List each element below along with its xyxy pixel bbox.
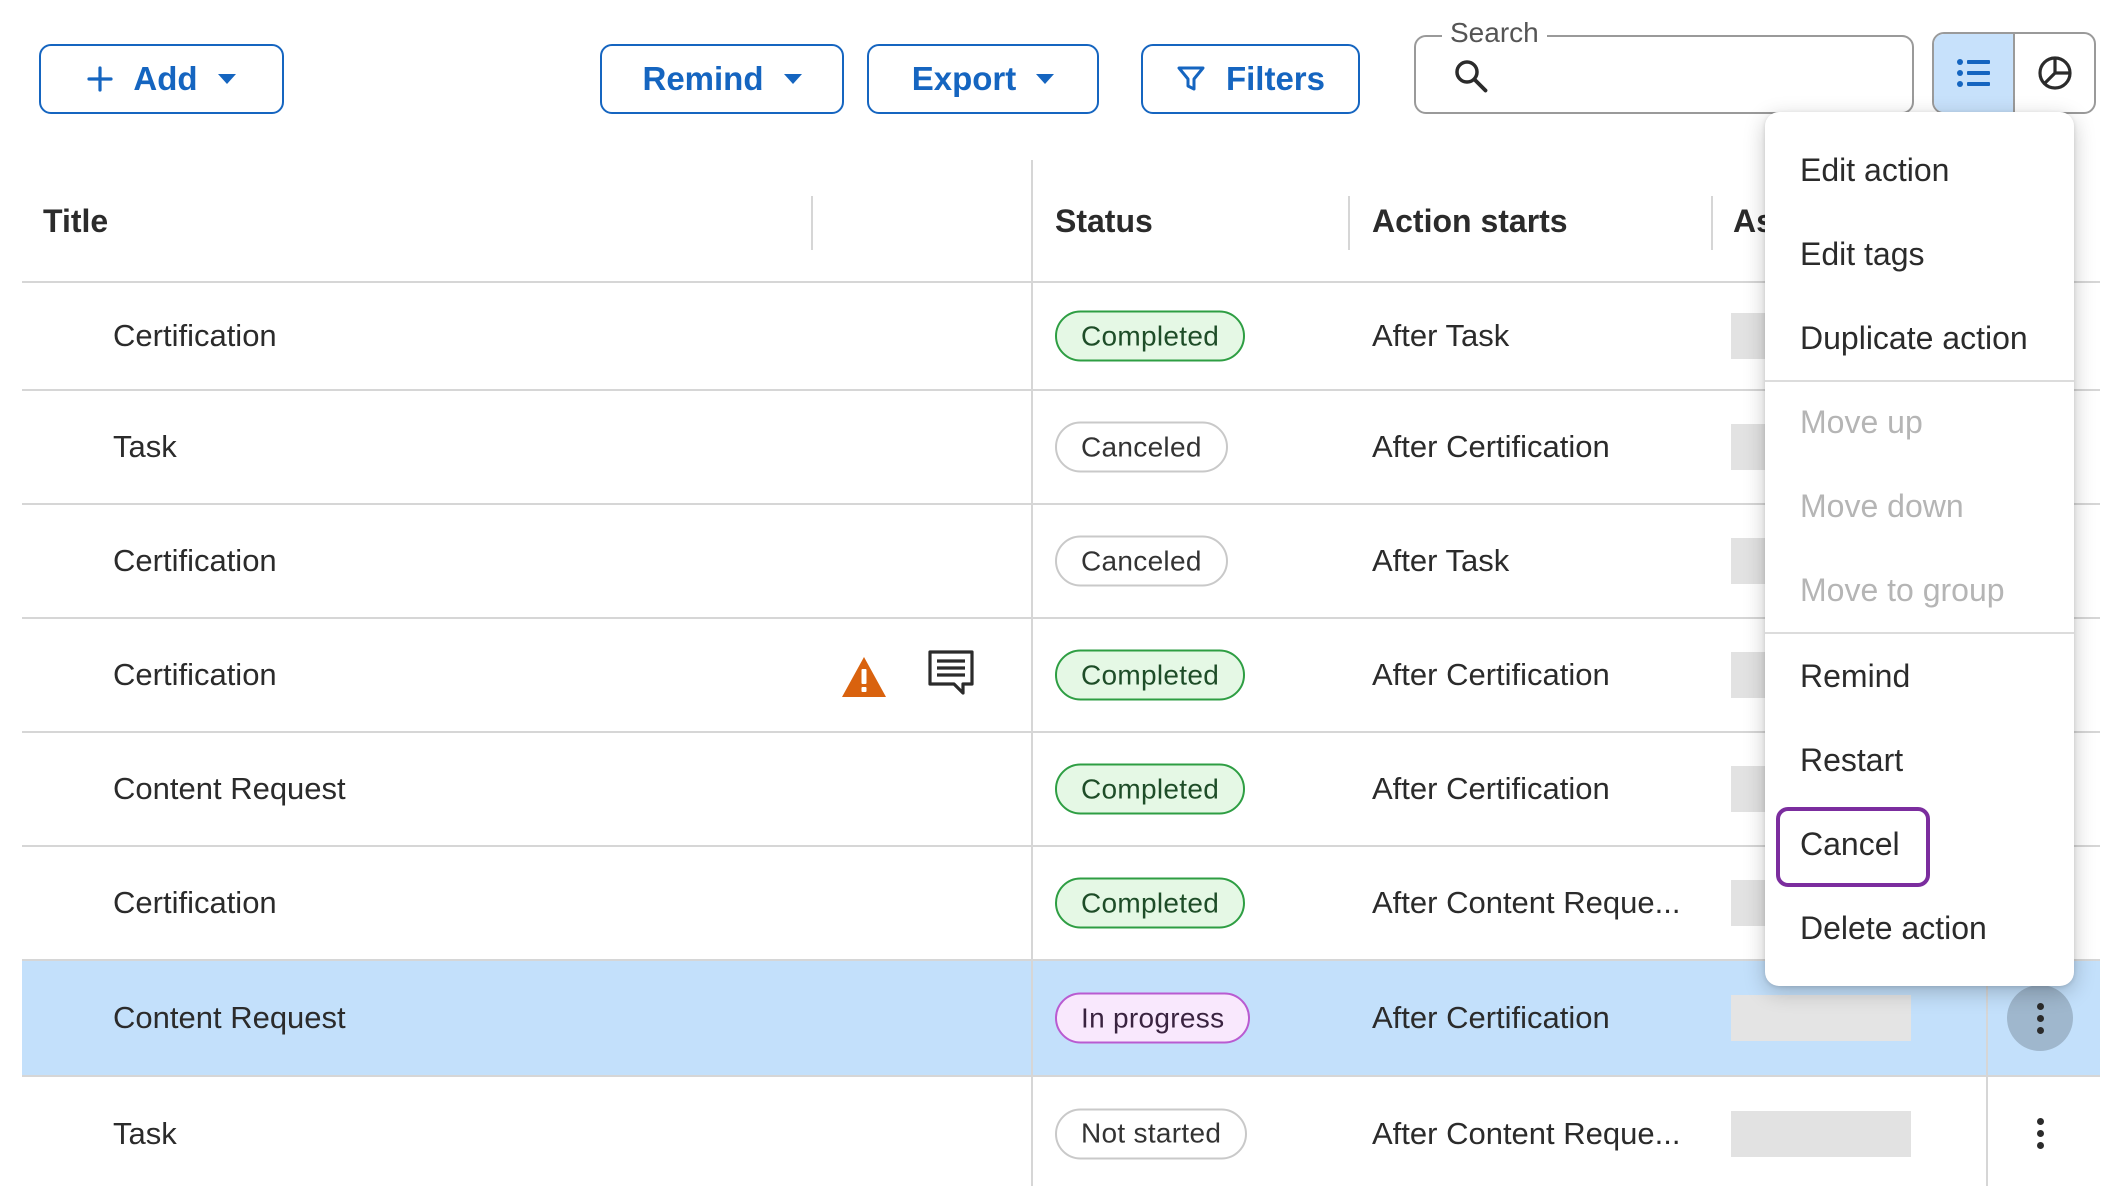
menu-item-edit-tags[interactable]: Edit tags [1765,212,2074,296]
more-vertical-icon [2036,1118,2044,1149]
assignee-placeholder [1731,1110,1911,1157]
row-action-starts: After Task [1372,543,1510,578]
row-action-starts: After Task [1372,318,1510,353]
menu-item-delete-action[interactable]: Delete action [1765,886,2074,970]
caret-down-icon [783,74,802,84]
column-divider [1711,196,1713,250]
menu-item-label: Edit tags [1800,235,1925,272]
menu-item-restart[interactable]: Restart [1765,718,2074,802]
status-badge: Completed [1055,649,1246,701]
row-actions-menu: Edit action Edit tags Duplicate action M… [1765,112,2074,986]
menu-item-label: Duplicate action [1800,319,2028,356]
add-button-label: Add [133,60,198,97]
column-divider [811,196,813,250]
remind-button-label: Remind [642,60,764,97]
row-actions-button[interactable] [2007,985,2073,1051]
row-title: Content Request [113,1000,346,1035]
row-title: Certification [113,543,277,578]
comment-icon[interactable] [927,649,975,695]
row-title: Certification [113,885,277,920]
row-action-starts: After Certification [1372,429,1610,464]
view-toggle[interactable] [1932,32,2096,114]
row-title: Certification [113,657,277,692]
status-badge: Not started [1055,1108,1248,1159]
menu-item-move-up: Move up [1765,380,2074,464]
row-title: Content Request [113,771,346,806]
search-icon [1455,60,1488,93]
caret-down-icon [217,74,236,84]
filters-button-label: Filters [1225,60,1326,97]
column-divider [1031,160,1033,1186]
assignee-placeholder [1731,995,1911,1041]
focus-ring [1776,807,1930,887]
menu-item-duplicate-action[interactable]: Duplicate action [1765,296,2074,380]
table-row[interactable]: Task Not started After Content Reque... [22,1077,2100,1186]
menu-item-label: Delete action [1800,909,1987,946]
menu-item-move-to-group: Move to group [1765,548,2074,632]
menu-item-label: Restart [1800,741,1904,778]
chart-view-button[interactable] [2015,34,2094,112]
menu-item-label: Move down [1800,487,1964,524]
search-label: Search [1442,17,1547,49]
column-header-title[interactable]: Title [43,160,108,283]
menu-item-label: Move to group [1800,571,2005,608]
list-view-button[interactable] [1934,34,2015,112]
warning-icon[interactable] [840,655,888,699]
menu-item-move-down: Move down [1765,464,2074,548]
filters-button[interactable]: Filters [1141,44,1360,114]
menu-item-label: Move up [1800,403,1923,440]
row-title: Task [113,1115,177,1151]
row-actions-button[interactable] [2007,1101,2073,1167]
search-input[interactable] [1496,51,1896,101]
plus-icon [87,66,114,92]
search-field[interactable]: Search [1414,17,1914,114]
export-button-label: Export [911,60,1017,97]
menu-item-remind[interactable]: Remind [1765,634,2074,718]
filter-icon [1177,66,1205,91]
column-header-action-starts[interactable]: Action starts [1372,160,1568,283]
menu-item-edit-action[interactable]: Edit action [1765,128,2074,212]
status-badge: Completed [1055,763,1246,815]
column-divider [1348,196,1350,250]
menu-item-label: Remind [1800,657,1911,694]
column-divider [1986,983,1988,1186]
status-badge: Canceled [1055,421,1228,473]
add-button[interactable]: Add [39,44,284,114]
row-action-starts: After Content Reque... [1372,1115,1681,1151]
status-badge: In progress [1055,992,1251,1044]
row-action-starts: After Certification [1372,771,1610,806]
row-title: Certification [113,318,277,353]
row-title: Task [113,429,177,464]
menu-item-cancel[interactable]: Cancel [1765,802,2074,887]
export-button[interactable]: Export [867,44,1099,114]
status-badge: Completed [1055,877,1246,929]
pie-chart-icon [2037,56,2072,90]
column-header-status[interactable]: Status [1055,160,1153,283]
list-icon [1956,59,1990,87]
status-badge: Canceled [1055,535,1228,587]
row-action-starts: After Certification [1372,1000,1610,1035]
caret-down-icon [1036,74,1055,84]
row-action-starts: After Certification [1372,657,1610,692]
remind-button[interactable]: Remind [600,44,844,114]
menu-item-label: Edit action [1800,151,1950,188]
status-badge: Completed [1055,310,1246,362]
more-vertical-icon [2036,1002,2044,1034]
row-action-starts: After Content Reque... [1372,885,1681,920]
